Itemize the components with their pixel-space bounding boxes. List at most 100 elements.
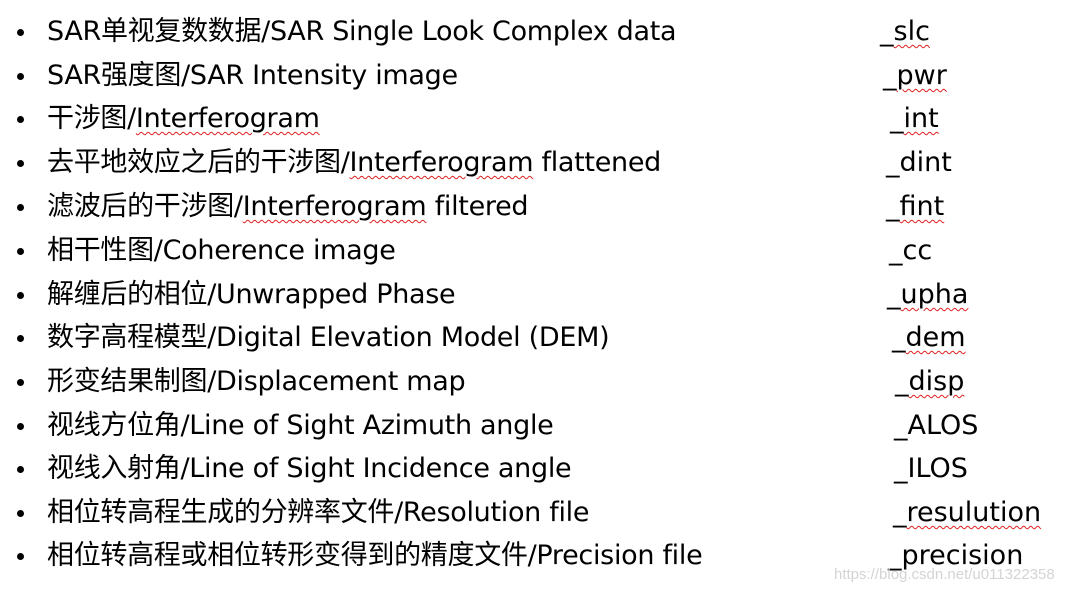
file-suffix: _ALOS bbox=[894, 409, 978, 443]
item-description: 视线方位角/Line of Sight Azimuth angle bbox=[47, 409, 554, 443]
english-label: Coherence image bbox=[162, 235, 396, 266]
suffix-underscore: _ bbox=[893, 497, 907, 528]
bullet-icon bbox=[17, 204, 24, 211]
suffix-underscore: _ bbox=[892, 322, 906, 353]
bullet-icon bbox=[17, 553, 24, 560]
file-suffix: _slc bbox=[880, 15, 930, 49]
file-suffix: _fint bbox=[886, 190, 944, 224]
chinese-label: 滤波后的干涉图/ bbox=[47, 191, 243, 222]
chinese-label: 解缠后的相位/ bbox=[47, 279, 216, 310]
file-suffix: _int bbox=[890, 102, 939, 136]
file-suffix: _pwr bbox=[883, 59, 947, 93]
chinese-label: SAR单视复数数据/ bbox=[47, 16, 270, 47]
watermark: https://blog.csdn.net/u011322358 bbox=[834, 566, 1055, 583]
file-suffix: _ILOS bbox=[894, 452, 968, 486]
item-description: 滤波后的干涉图/Interferogram filtered bbox=[47, 190, 529, 224]
file-suffix: _resulution bbox=[893, 496, 1041, 530]
item-description: 相位转高程生成的分辨率文件/Resolution file bbox=[47, 496, 589, 530]
suffix-underscore: _ bbox=[880, 16, 894, 47]
chinese-label: 相干性图/ bbox=[47, 235, 163, 266]
suffix-text: dem bbox=[905, 322, 966, 353]
bullet-icon bbox=[17, 423, 24, 430]
suffix-underscore: _ bbox=[894, 453, 908, 484]
suffix-underscore: _ bbox=[886, 191, 900, 222]
list-item: 视线入射角/Line of Sight Incidence angle _ILO… bbox=[0, 452, 1077, 496]
suffix-text: fint bbox=[899, 191, 945, 222]
list-item: 去平地效应之后的干涉图/Interferogram flattened _din… bbox=[0, 146, 1077, 190]
english-label: Displacement map bbox=[216, 366, 466, 397]
chinese-label: 相位转高程生成的分辨率文件/ bbox=[47, 497, 403, 528]
bullet-icon bbox=[17, 73, 24, 80]
file-suffix: _dem bbox=[892, 321, 966, 355]
chinese-label: 相位转高程或相位转形变得到的精度文件/ bbox=[47, 540, 537, 571]
english-label: Interferogram bbox=[349, 147, 534, 178]
bullet-icon bbox=[17, 379, 24, 386]
bullet-icon bbox=[17, 116, 24, 123]
english-label: Digital Elevation Model (DEM) bbox=[216, 322, 610, 353]
bullet-icon bbox=[17, 466, 24, 473]
suffix-underscore: _ bbox=[887, 279, 901, 310]
bullet-icon bbox=[17, 292, 24, 299]
english-label-rest: flattened bbox=[533, 147, 661, 178]
list-item: 相干性图/Coherence image _cc bbox=[0, 234, 1077, 278]
list-item: SAR强度图/SAR Intensity image _pwr bbox=[0, 59, 1077, 103]
english-label: Resolution file bbox=[402, 497, 590, 528]
chinese-label: 数字高程模型/ bbox=[47, 322, 216, 353]
chinese-label: 干涉图/ bbox=[47, 103, 136, 134]
list-item: 相位转高程生成的分辨率文件/Resolution file _resulutio… bbox=[0, 496, 1077, 540]
item-description: 去平地效应之后的干涉图/Interferogram flattened bbox=[47, 146, 661, 180]
chinese-label: SAR强度图/ bbox=[47, 60, 190, 91]
suffix-text: ALOS bbox=[907, 410, 979, 441]
suffix-underscore: _ bbox=[889, 235, 903, 266]
suffix-text: dint bbox=[899, 147, 952, 178]
item-description: 干涉图/Interferogram bbox=[47, 102, 320, 136]
suffix-text: upha bbox=[900, 279, 969, 310]
item-description: 数字高程模型/Digital Elevation Model (DEM) bbox=[47, 321, 610, 355]
file-suffix: _disp bbox=[895, 365, 964, 399]
file-suffix: _upha bbox=[887, 278, 968, 312]
suffix-text: resulution bbox=[906, 497, 1042, 528]
list-item: 视线方位角/Line of Sight Azimuth angle _ALOS bbox=[0, 409, 1077, 453]
bullet-icon bbox=[17, 510, 24, 517]
english-label: SAR Intensity image bbox=[189, 60, 458, 91]
bullet-icon bbox=[17, 29, 24, 36]
english-label: Unwrapped Phase bbox=[216, 279, 456, 310]
item-description: 解缠后的相位/Unwrapped Phase bbox=[47, 278, 456, 312]
english-label: SAR Single Look Complex data bbox=[269, 16, 677, 47]
english-label: Line of Sight Incidence angle bbox=[189, 453, 572, 484]
suffix-text: int bbox=[903, 103, 939, 134]
item-description: 形变结果制图/Displacement map bbox=[47, 365, 466, 399]
suffix-text: cc bbox=[902, 235, 933, 266]
suffix-text: slc bbox=[893, 16, 930, 47]
list-item: 数字高程模型/Digital Elevation Model (DEM) _de… bbox=[0, 321, 1077, 365]
file-suffix: _dint bbox=[886, 146, 952, 180]
item-description: 相位转高程或相位转形变得到的精度文件/Precision file bbox=[47, 539, 703, 573]
item-description: SAR强度图/SAR Intensity image bbox=[47, 59, 458, 93]
item-description: 相干性图/Coherence image bbox=[47, 234, 396, 268]
file-suffix: _cc bbox=[889, 234, 932, 268]
suffix-underscore: _ bbox=[886, 147, 900, 178]
suffix-underscore: _ bbox=[895, 366, 909, 397]
chinese-label: 形变结果制图/ bbox=[47, 366, 216, 397]
bullet-icon bbox=[17, 248, 24, 255]
list-item: SAR单视复数数据/SAR Single Look Complex data _… bbox=[0, 15, 1077, 59]
suffix-text: disp bbox=[908, 366, 965, 397]
chinese-label: 视线入射角/ bbox=[47, 453, 190, 484]
english-label: Line of Sight Azimuth angle bbox=[189, 410, 554, 441]
list-item: 滤波后的干涉图/Interferogram filtered _fint bbox=[0, 190, 1077, 234]
chinese-label: 去平地效应之后的干涉图/ bbox=[47, 147, 350, 178]
english-label: Interferogram bbox=[135, 103, 320, 134]
item-description: 视线入射角/Line of Sight Incidence angle bbox=[47, 452, 572, 486]
english-label-rest: filtered bbox=[426, 191, 529, 222]
list-item: 干涉图/Interferogram _int bbox=[0, 102, 1077, 146]
english-label: Precision file bbox=[536, 540, 703, 571]
list-item: 解缠后的相位/Unwrapped Phase _upha bbox=[0, 278, 1077, 322]
item-description: SAR单视复数数据/SAR Single Look Complex data bbox=[47, 15, 677, 49]
suffix-text: pwr bbox=[896, 60, 947, 91]
suffix-underscore: _ bbox=[883, 60, 897, 91]
english-label: Interferogram bbox=[242, 191, 427, 222]
bullet-icon bbox=[17, 160, 24, 167]
suffix-underscore: _ bbox=[894, 410, 908, 441]
chinese-label: 视线方位角/ bbox=[47, 410, 190, 441]
list-item: 形变结果制图/Displacement map _disp bbox=[0, 365, 1077, 409]
